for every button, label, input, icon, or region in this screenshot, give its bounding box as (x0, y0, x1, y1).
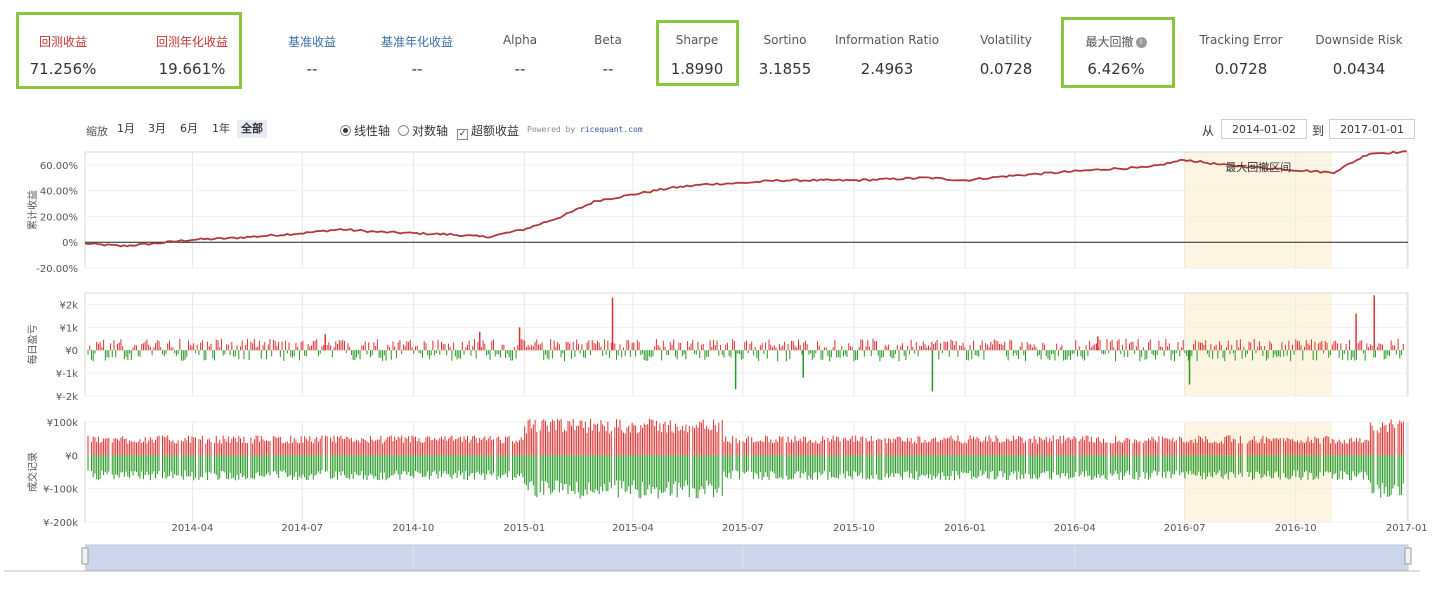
x-tick-label: 2017-01 (1386, 523, 1428, 534)
powered-by-link[interactable]: ricequant.com (580, 125, 643, 134)
y-tick-label: ¥-100k (43, 485, 78, 496)
y-tick-label: 0% (62, 238, 78, 249)
x-tick-label: 2014-04 (172, 523, 214, 534)
powered-by: Powered by ricequant.com (527, 125, 643, 134)
y-tick-label: ¥0 (65, 346, 78, 357)
linear-axis-label: 线性轴 (354, 124, 391, 138)
y-tick-label: ¥0 (65, 451, 78, 462)
radio-icon (398, 125, 409, 136)
x-tick-label: 2015-01 (503, 523, 545, 534)
metric-label: Downside Risk (1315, 33, 1403, 47)
drawdown-band (1184, 293, 1332, 396)
drawdown-band (1184, 422, 1332, 522)
zoom-6m-button[interactable]: 6月 (176, 120, 202, 138)
zoom-1m-button[interactable]: 1月 (113, 120, 139, 138)
linear-axis-option[interactable]: 线性轴 (340, 122, 390, 139)
log-axis-option[interactable]: 对数轴 (398, 122, 448, 139)
x-tick-label: 2016-04 (1054, 523, 1096, 534)
panel-frame (84, 421, 1409, 523)
x-tick-label: 2015-04 (612, 523, 654, 534)
chart-panel-2: ¥100k ¥0 ¥-100k ¥-200k 成交记录 2014-04 2014-07 201… (26, 418, 1428, 534)
y-tick-label: ¥-200k (43, 518, 78, 529)
metric-label: Volatility (980, 33, 1032, 47)
range-navigator[interactable] (4, 544, 1420, 572)
x-tick-label: 2015-10 (833, 523, 875, 534)
y-axis-label: 成交记录 (26, 452, 39, 492)
zoom-label: 缩放 (86, 125, 108, 138)
log-axis-label: 对数轴 (412, 124, 449, 138)
x-tick-label: 2016-10 (1275, 523, 1317, 534)
zoom-all-button[interactable]: 全部 (237, 120, 267, 138)
metric-value: 0.0728 (1214, 60, 1268, 78)
x-tick-label: 2016-01 (944, 523, 986, 534)
checkbox-icon: ✓ (457, 129, 468, 140)
highlight-sharpe (656, 20, 739, 86)
excess-return-label: 超额收益 (471, 124, 520, 138)
zoom-3m-button[interactable]: 3月 (144, 120, 170, 138)
y-tick-label: 40.00% (40, 187, 78, 198)
navigator-handle-right[interactable] (1404, 547, 1412, 565)
zoom-1y-button[interactable]: 1年 (208, 120, 234, 138)
to-date-input[interactable] (1329, 119, 1415, 139)
from-date-input[interactable] (1221, 119, 1307, 139)
metric-value: -- (306, 60, 318, 78)
panel-frame (84, 292, 1409, 397)
radio-icon (340, 125, 351, 136)
chart-toolbar: 缩放 1月 3月 6月 1年 全部 线性轴 对数轴 ✓ 超额收益 Powered … (0, 119, 1440, 141)
metric-value: -- (411, 60, 423, 78)
x-tick-label: 2016-07 (1164, 523, 1206, 534)
metric-label: 基准收益 (287, 35, 336, 49)
y-tick-label: ¥2k (59, 300, 78, 311)
chart-panel-1: ¥2k ¥1k ¥0 ¥-1k ¥-2k 每日盈亏 (26, 292, 1409, 403)
to-label: 到 (1312, 124, 1325, 138)
chart-panel-0: 60.00% 40.00% 20.00% 0% -20.00% 累计收益 最大回撤区间 (26, 150, 1409, 275)
metric-label: Information Ratio (834, 33, 940, 47)
navigator-handle-left[interactable] (81, 547, 89, 565)
metric-value: 0.0434 (1332, 60, 1386, 78)
metric-label: Tracking Error (1199, 33, 1283, 47)
panel-frame (84, 151, 1409, 269)
x-tick-label: 2014-10 (392, 523, 434, 534)
y-tick-label: ¥-1k (56, 369, 78, 380)
drawdown-band (1184, 152, 1332, 268)
excess-return-option[interactable]: ✓ 超额收益 (457, 122, 519, 140)
y-tick-label: ¥100k (47, 418, 78, 429)
drawdown-annotation: 最大回撤区间 (1225, 160, 1291, 174)
y-tick-label: ¥1k (59, 323, 78, 334)
metric-value: 0.0728 (979, 60, 1033, 78)
y-tick-label: -20.00% (36, 264, 78, 275)
y-axis-label: 每日盈亏 (26, 325, 39, 365)
metric-label: 基准年化收益 (380, 35, 453, 49)
x-tick-label: 2015-07 (722, 523, 764, 534)
y-tick-label: ¥-2k (56, 392, 78, 403)
highlight-max-drawdown (1061, 17, 1175, 88)
from-label: 从 (1202, 124, 1215, 138)
cumulative-return-line (84, 150, 1407, 248)
powered-by-text: Powered by (527, 125, 576, 134)
highlight-returns (16, 12, 242, 89)
x-tick-label: 2014-07 (281, 523, 323, 534)
y-axis-label: 累计收益 (26, 190, 39, 230)
y-tick-label: 60.00% (40, 161, 78, 172)
navigator-range (84, 544, 1409, 571)
metric-value: 2.4963 (860, 60, 914, 78)
y-tick-label: 20.00% (40, 212, 78, 223)
